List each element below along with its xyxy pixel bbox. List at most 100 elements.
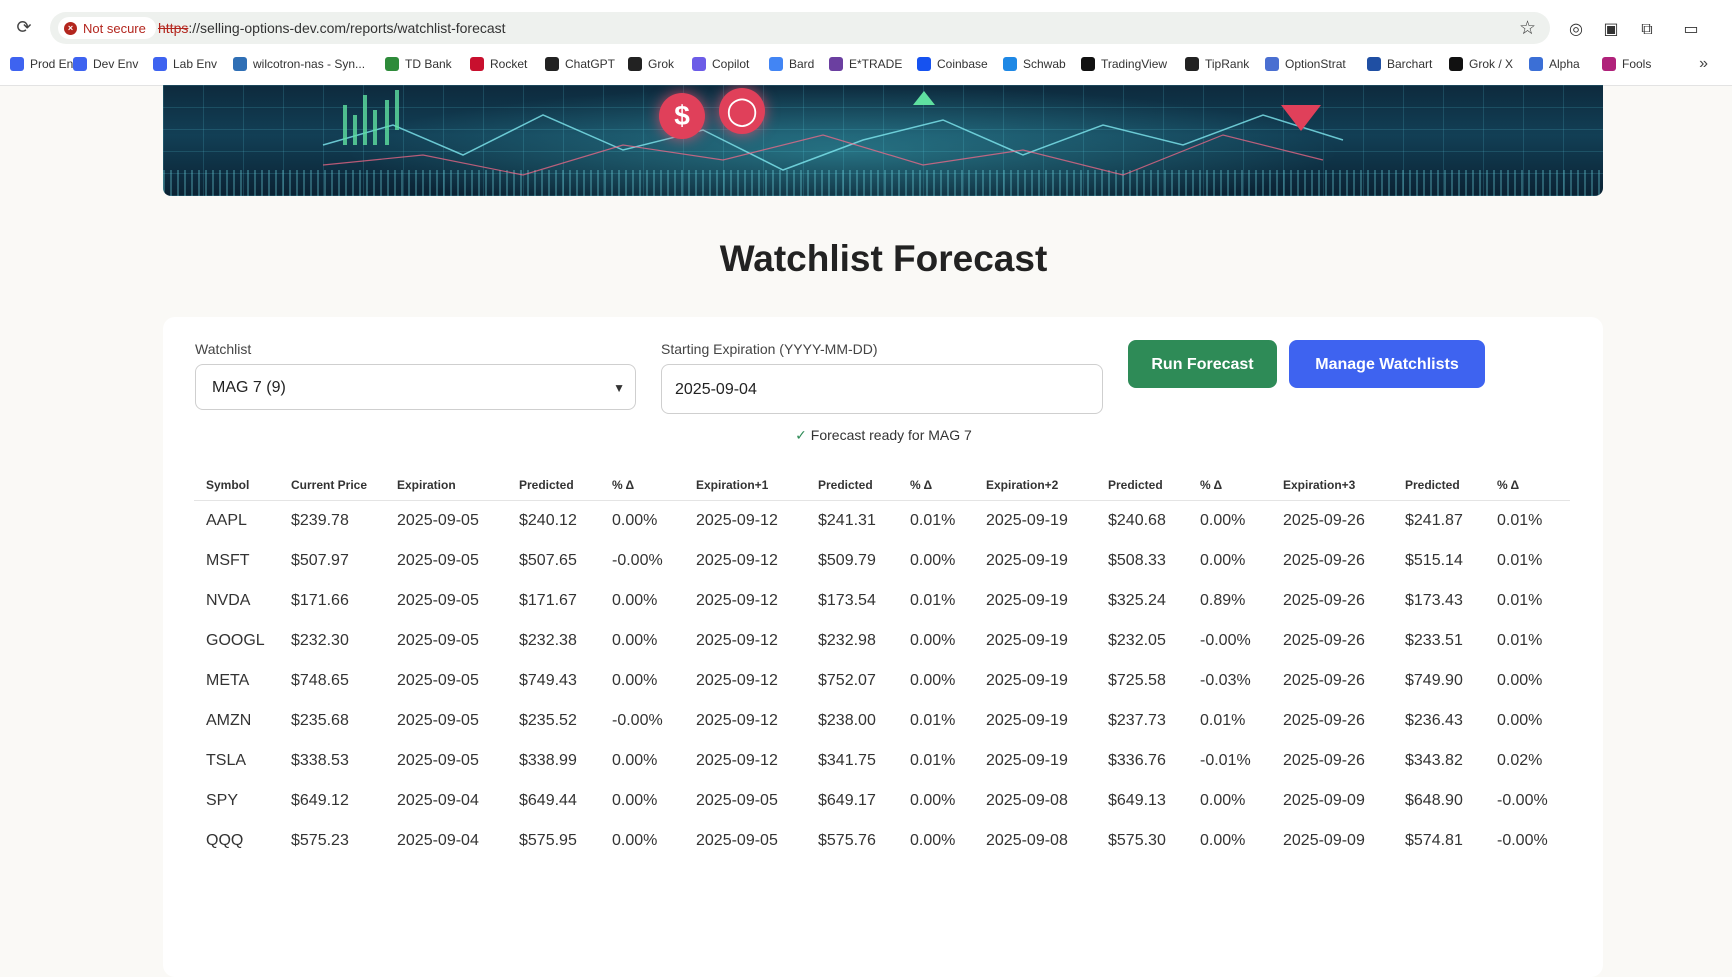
table-cell: 0.01%: [1497, 512, 1543, 529]
table-header-row: Symbol Current Price Expiration Predicted% …: [194, 469, 1570, 501]
column-header: % Δ: [898, 469, 974, 501]
bookmark-label: Copilot: [712, 57, 750, 71]
bookmark-6[interactable]: ChatGPT: [545, 57, 615, 71]
bookmark-18[interactable]: Alpha: [1529, 57, 1580, 71]
table-cell: -0.00%: [612, 712, 663, 729]
bookmark-label: Alpha: [1549, 57, 1580, 71]
table-cell: 2025-09-05: [397, 752, 479, 769]
reload-icon[interactable]: ⟳: [14, 17, 34, 37]
table-cell: $232.05: [1108, 632, 1166, 649]
bookmark-12[interactable]: Schwab: [1003, 57, 1066, 71]
table-cell: 0.00%: [612, 832, 658, 849]
bookmark-17[interactable]: Grok / X: [1449, 57, 1513, 71]
table-cell: $575.76: [818, 832, 876, 849]
bookmark-9[interactable]: Bard: [769, 57, 814, 71]
bookmark-11[interactable]: Coinbase: [917, 57, 988, 71]
table-cell: $240.68: [1108, 512, 1166, 529]
bookmark-14[interactable]: TipRank: [1185, 57, 1249, 71]
table-cell: 2025-09-12: [696, 552, 778, 569]
table-cell: $325.24: [1108, 592, 1166, 609]
bookmark-13[interactable]: TradingView: [1081, 57, 1167, 71]
security-label: Not secure: [83, 20, 146, 36]
bookmark-15[interactable]: OptionStrat: [1265, 57, 1346, 71]
column-header: Expiration+3: [1271, 469, 1393, 501]
table-cell: 0.00%: [1200, 832, 1246, 849]
column-header: Expiration+1: [684, 469, 806, 501]
table-cell: 2025-09-05: [397, 712, 479, 729]
chatgpt-extension-icon[interactable]: ◎: [1566, 20, 1586, 40]
bookmarks-bar: Prod Env Dev Env Lab Env wilcotron-nas - Sy…: [0, 52, 1732, 76]
address-bar-row: ⟳ × Not secure https://selling-options-d…: [0, 8, 1732, 46]
table-row: TSLA $338.53 2025-09-05 $338.99 0.00% 2025-09…: [194, 741, 1570, 781]
sheets-extension-icon[interactable]: ▣: [1601, 20, 1621, 40]
bookmark-10[interactable]: E*TRADE: [829, 57, 902, 71]
bookmark-label: TD Bank: [405, 57, 452, 71]
table-cell: 0.01%: [1497, 552, 1543, 569]
bookmark-1[interactable]: Dev Env: [73, 57, 138, 71]
bookmark-2[interactable]: Lab Env: [153, 57, 217, 71]
bookmark-4[interactable]: TD Bank: [385, 57, 452, 71]
table-cell: 2025-09-12: [696, 632, 778, 649]
bookmark-8[interactable]: Copilot: [692, 57, 749, 71]
barchart-icon: [1367, 57, 1381, 71]
table-cell: 2025-09-26: [1283, 672, 1365, 689]
arrow-down-icon: [1281, 105, 1321, 131]
table-cell: $171.66: [291, 592, 349, 609]
table-cell: 2025-09-26: [1283, 512, 1365, 529]
rocket-icon: [470, 57, 484, 71]
sidebar-icon[interactable]: ▭: [1681, 20, 1701, 40]
table-cell: 2025-09-12: [696, 672, 778, 689]
expiration-label: Starting Expiration (YYYY-MM-DD): [661, 341, 878, 357]
table-cell: 0.00%: [910, 632, 956, 649]
bookmark-16[interactable]: Barchart: [1367, 57, 1432, 71]
bookmark-7[interactable]: Grok: [628, 57, 674, 71]
security-indicator[interactable]: × Not secure: [58, 17, 156, 39]
symbol-cell: AAPL: [206, 512, 247, 529]
grok-icon: [628, 57, 642, 71]
table-cell: 0.01%: [1497, 592, 1543, 609]
table-cell: $232.98: [818, 632, 876, 649]
bookmark-0[interactable]: Prod Env: [10, 57, 79, 71]
table-row: QQQ $575.23 2025-09-04 $575.95 0.00% 2025-09-…: [194, 821, 1570, 861]
bookmark-19[interactable]: Fools: [1602, 57, 1651, 71]
bookmark-5[interactable]: Rocket: [470, 57, 527, 71]
column-header: % Δ: [1485, 469, 1570, 501]
column-header: Predicted: [806, 469, 898, 501]
table-row: NVDA $171.66 2025-09-05 $171.67 0.00% 2025-09…: [194, 581, 1570, 621]
watchlist-label: Watchlist: [195, 341, 252, 357]
expiration-input[interactable]: 2025-09-04: [661, 364, 1103, 414]
watchlist-select[interactable]: MAG 7 (9) ▼: [195, 364, 636, 410]
table-cell: 0.00%: [1200, 512, 1246, 529]
omnibox[interactable]: × Not secure https://selling-options-dev…: [50, 12, 1550, 44]
run-forecast-button[interactable]: Run Forecast: [1128, 340, 1277, 388]
url-text[interactable]: https://selling-options-dev.com/reports/…: [158, 20, 506, 36]
symbol-cell: TSLA: [206, 752, 247, 769]
column-header: Predicted: [1393, 469, 1485, 501]
table-cell: -0.00%: [1497, 832, 1548, 849]
extensions-puzzle-icon[interactable]: ⧉: [1637, 20, 1657, 40]
bookmark-star-icon[interactable]: ☆: [1519, 17, 1536, 40]
table-cell: $508.33: [1108, 552, 1166, 569]
more-bookmarks-icon[interactable]: »: [1699, 55, 1708, 73]
table-cell: -0.01%: [1200, 752, 1251, 769]
column-header: % Δ: [1188, 469, 1271, 501]
bookmark-label: Lab Env: [173, 57, 218, 71]
so-icon: [73, 57, 87, 71]
table-cell: 0.01%: [910, 512, 956, 529]
table-cell: 2025-09-05: [397, 632, 479, 649]
column-header: Predicted: [507, 469, 600, 501]
table-cell: $341.75: [818, 752, 876, 769]
table-cell: 0.00%: [1497, 712, 1543, 729]
column-header: Predicted: [1096, 469, 1188, 501]
table-cell: 2025-09-05: [397, 672, 479, 689]
table-cell: 2025-09-26: [1283, 552, 1365, 569]
table-cell: $648.90: [1405, 792, 1463, 809]
table-row: AAPL $239.78 2025-09-05 $240.12 0.00% 2025-09…: [194, 501, 1570, 542]
so-icon: [153, 57, 167, 71]
table-cell: 0.00%: [612, 592, 658, 609]
table-row: MSFT $507.97 2025-09-05 $507.65 -0.00% 2025-0…: [194, 541, 1570, 581]
bookmark-3[interactable]: wilcotron-nas - Syn...: [233, 57, 365, 71]
manage-watchlists-button[interactable]: Manage Watchlists: [1289, 340, 1485, 388]
table-cell: 0.00%: [910, 832, 956, 849]
table-cell: 0.00%: [1200, 552, 1246, 569]
